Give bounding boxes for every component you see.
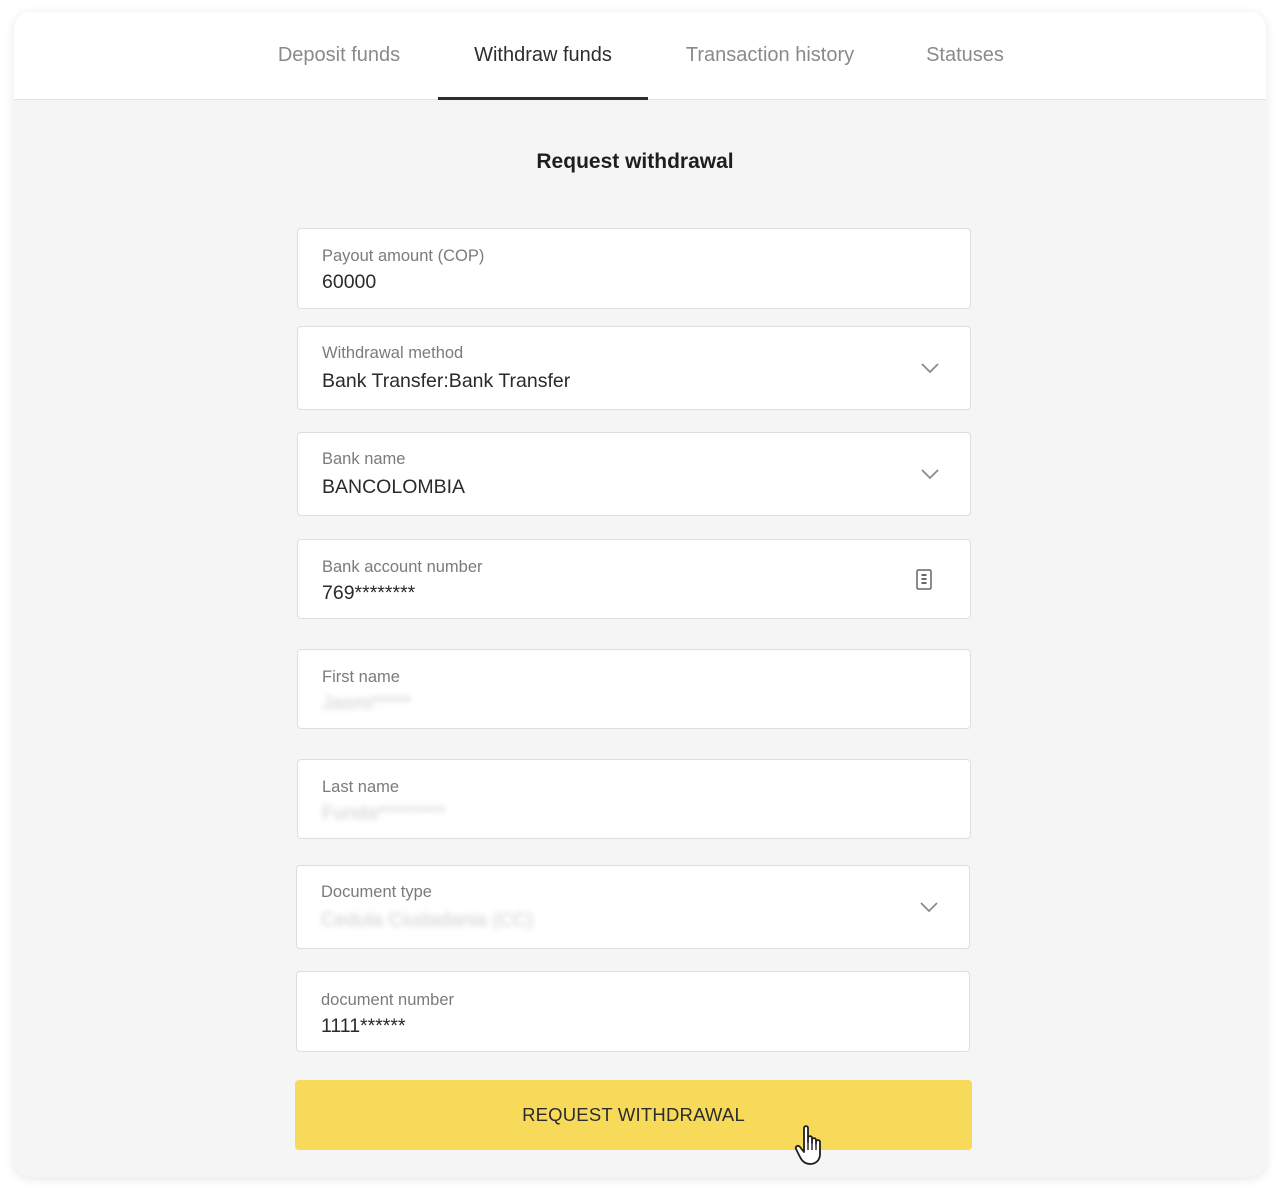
- withdrawal-method-select[interactable]: Withdrawal method Bank Transfer:Bank Tra…: [297, 326, 971, 410]
- withdrawal-panel: Deposit funds Withdraw funds Transaction…: [14, 12, 1266, 1177]
- chevron-down-icon: [921, 469, 939, 480]
- bank-account-number-label: Bank account number: [322, 558, 483, 576]
- request-withdrawal-button[interactable]: REQUEST WITHDRAWAL: [295, 1080, 972, 1150]
- document-type-label: Document type: [321, 883, 432, 901]
- chevron-down-icon: [920, 902, 938, 913]
- first-name-value: Jasmi*****: [322, 692, 411, 714]
- payout-amount-label: Payout amount (COP): [322, 247, 485, 265]
- bank-name-label: Bank name: [322, 450, 406, 468]
- document-number-value: 1111******: [321, 1015, 406, 1037]
- hand-cursor-icon: [794, 1125, 821, 1165]
- document-icon[interactable]: [916, 569, 932, 590]
- first-name-field[interactable]: First name Jasmi*****: [297, 649, 971, 729]
- payout-amount-value: 60000: [322, 271, 377, 293]
- tab-transaction-history[interactable]: Transaction history: [674, 12, 866, 99]
- last-name-field[interactable]: Last name Funda*********: [297, 759, 971, 839]
- document-number-label: document number: [321, 991, 454, 1009]
- tab-bar: Deposit funds Withdraw funds Transaction…: [14, 12, 1266, 100]
- document-number-field[interactable]: document number 1111******: [296, 971, 970, 1052]
- withdrawal-method-value: Bank Transfer:Bank Transfer: [322, 370, 571, 392]
- tab-deposit-funds[interactable]: Deposit funds: [264, 12, 414, 99]
- withdrawal-method-label: Withdrawal method: [322, 344, 464, 362]
- tab-withdraw-funds[interactable]: Withdraw funds: [438, 12, 648, 100]
- document-type-value: Cedula Ciudadania (CC): [321, 909, 534, 931]
- first-name-label: First name: [322, 668, 400, 686]
- bank-account-number-value: 769********: [322, 582, 416, 604]
- bank-account-number-field[interactable]: Bank account number 769********: [297, 539, 971, 619]
- bank-name-select[interactable]: Bank name BANCOLOMBIA: [297, 432, 971, 516]
- last-name-label: Last name: [322, 778, 400, 796]
- document-type-select[interactable]: Document type Cedula Ciudadania (CC): [296, 865, 970, 949]
- page-title: Request withdrawal: [536, 150, 734, 173]
- last-name-value: Funda*********: [322, 802, 446, 824]
- tab-statuses[interactable]: Statuses: [910, 12, 1020, 99]
- bank-name-value: BANCOLOMBIA: [322, 476, 466, 498]
- chevron-down-icon: [921, 363, 939, 374]
- payout-amount-field[interactable]: Payout amount (COP) 60000: [297, 228, 971, 309]
